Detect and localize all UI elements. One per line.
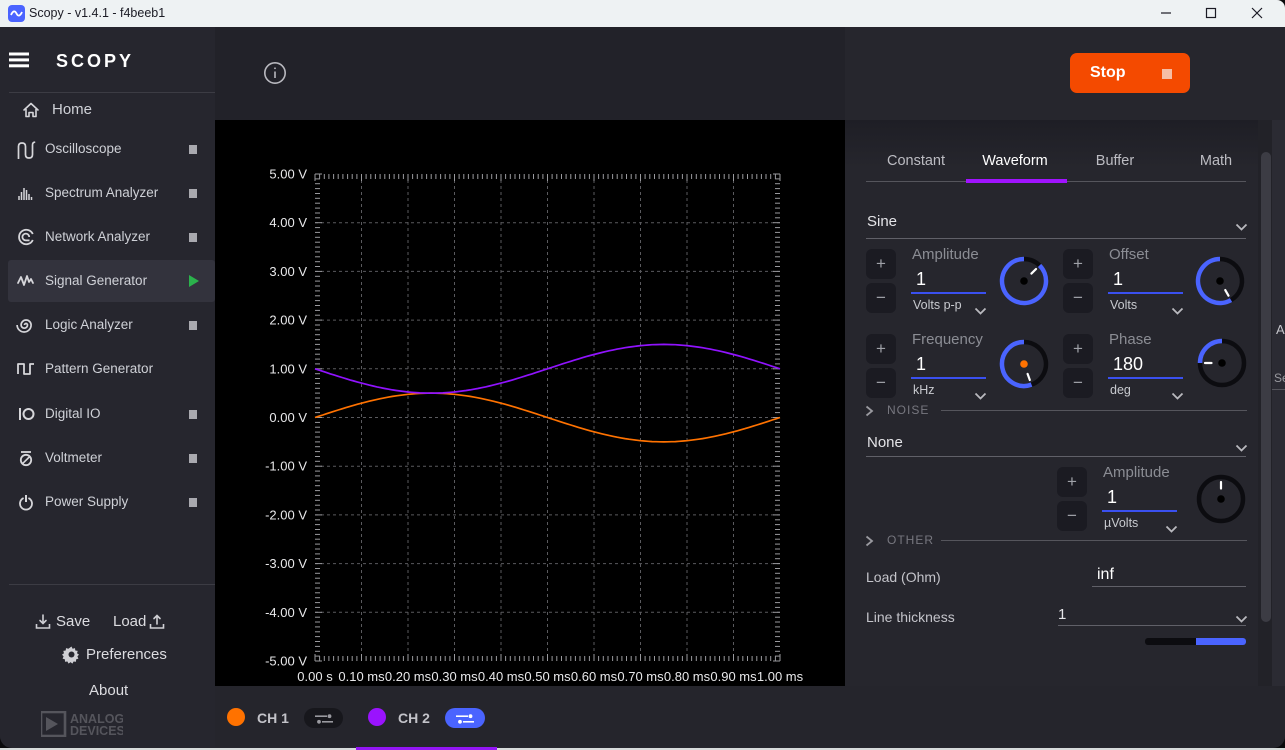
svg-text:-5.00 V: -5.00 V bbox=[265, 654, 307, 669]
svg-text:0.90 ms: 0.90 ms bbox=[710, 669, 757, 684]
svg-text:0.00 s: 0.00 s bbox=[297, 669, 333, 684]
svg-text:-1.00 V: -1.00 V bbox=[265, 459, 307, 474]
svg-text:0.10 ms: 0.10 ms bbox=[338, 669, 385, 684]
svg-text:0.20 ms: 0.20 ms bbox=[385, 669, 432, 684]
svg-text:-4.00 V: -4.00 V bbox=[265, 605, 307, 620]
svg-text:0.50 ms: 0.50 ms bbox=[524, 669, 571, 684]
svg-text:0.40 ms: 0.40 ms bbox=[478, 669, 525, 684]
svg-text:0.30 ms: 0.30 ms bbox=[431, 669, 478, 684]
svg-text:0.80 ms: 0.80 ms bbox=[664, 669, 711, 684]
svg-text:0.60 ms: 0.60 ms bbox=[571, 669, 618, 684]
svg-text:-3.00 V: -3.00 V bbox=[265, 556, 307, 571]
svg-text:-2.00 V: -2.00 V bbox=[265, 507, 307, 522]
svg-text:0.70 ms: 0.70 ms bbox=[617, 669, 664, 684]
svg-text:1.00 V: 1.00 V bbox=[269, 361, 307, 376]
svg-text:1.00 ms: 1.00 ms bbox=[757, 669, 804, 684]
svg-text:4.00 V: 4.00 V bbox=[269, 215, 307, 230]
svg-text:2.00 V: 2.00 V bbox=[269, 313, 307, 328]
svg-text:3.00 V: 3.00 V bbox=[269, 264, 307, 279]
svg-text:0.00 V: 0.00 V bbox=[269, 410, 307, 425]
svg-text:DEVICES: DEVICES bbox=[70, 724, 123, 737]
svg-text:5.00 V: 5.00 V bbox=[269, 167, 307, 182]
